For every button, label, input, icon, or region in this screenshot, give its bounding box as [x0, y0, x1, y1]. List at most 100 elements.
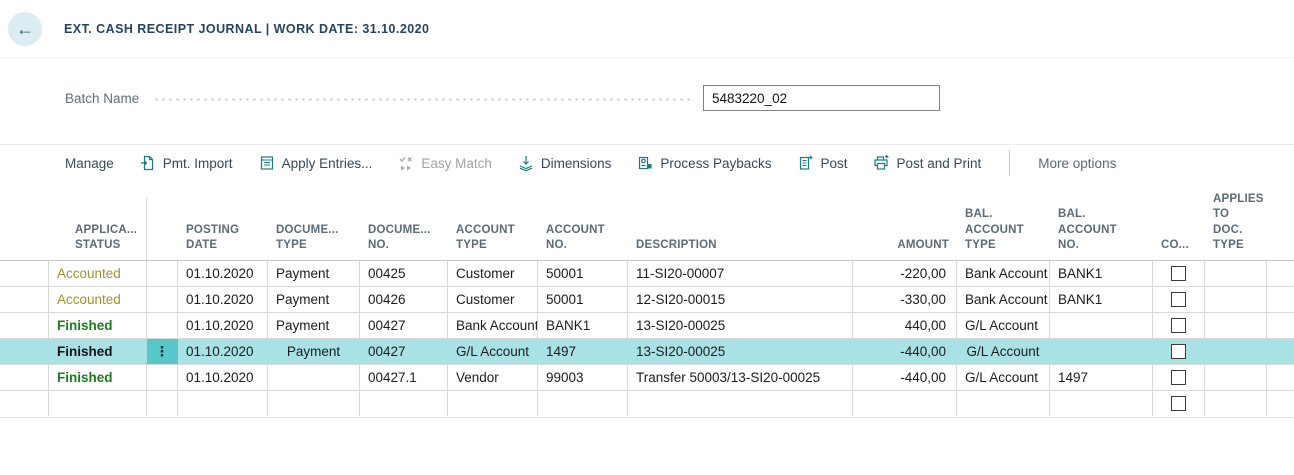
account-no-cell[interactable]: 99003 — [538, 365, 628, 390]
account-no-cell[interactable]: 1497 — [538, 339, 628, 364]
account-type-cell[interactable]: Customer — [448, 287, 538, 312]
description-cell[interactable]: 11-SI20-00007 — [628, 261, 853, 286]
document-type-cell[interactable]: Payment — [268, 261, 360, 286]
amount-cell[interactable]: 440,00 — [853, 313, 957, 338]
row-menu-cell[interactable] — [147, 391, 178, 416]
column-header[interactable]: CO... — [1153, 238, 1205, 260]
bal-account-type-cell[interactable]: G/L Account — [957, 365, 1050, 390]
column-header[interactable]: BAL. ACCOUNT NO. — [1050, 207, 1153, 260]
description-cell[interactable]: 12-SI20-00015 — [628, 287, 853, 312]
batch-name-input[interactable] — [703, 85, 940, 111]
description-cell[interactable]: Transfer 50003/13-SI20-00025 — [628, 365, 853, 390]
applies-to-doc-type-cell[interactable] — [1205, 287, 1267, 312]
amount-cell[interactable]: -440,00 — [853, 365, 957, 390]
bal-account-no-cell[interactable] — [1050, 391, 1153, 416]
table-row[interactable]: Finished ⋮ 01.10.2020 Payment 00427 G/L … — [0, 339, 1294, 365]
document-type-cell[interactable] — [268, 391, 360, 416]
pmt-import-button[interactable]: Pmt. Import — [140, 155, 233, 171]
document-no-cell[interactable]: 00427 — [360, 313, 448, 338]
document-no-cell[interactable]: 00427.1 — [360, 365, 448, 390]
posting-date-cell[interactable]: 01.10.2020 — [178, 365, 268, 390]
applies-to-doc-type-cell[interactable] — [1205, 261, 1267, 286]
column-header[interactable]: DOCUME... NO. — [360, 223, 448, 260]
post-and-print-button[interactable]: Post and Print — [873, 155, 981, 171]
document-no-cell[interactable]: 00427 — [360, 339, 448, 364]
confirmed-checkbox[interactable] — [1171, 370, 1186, 385]
row-menu-cell[interactable] — [147, 287, 178, 312]
document-type-cell[interactable]: Payment — [268, 287, 360, 312]
amount-cell[interactable]: -440,00 — [853, 339, 957, 364]
bal-account-type-cell[interactable]: G/L Account — [957, 339, 1050, 364]
process-paybacks-button[interactable]: Process Paybacks — [637, 155, 771, 171]
back-button[interactable]: ← — [8, 12, 42, 46]
column-header[interactable]: APPLIES TO DOC. TYPE — [1205, 192, 1267, 260]
bal-account-no-cell[interactable]: BANK1 — [1050, 261, 1153, 286]
column-header[interactable]: AMOUNT — [853, 238, 957, 260]
account-type-cell[interactable]: Vendor — [448, 365, 538, 390]
confirmed-checkbox[interactable] — [1171, 292, 1186, 307]
posting-date-cell[interactable] — [178, 391, 268, 416]
confirmed-checkbox[interactable] — [1171, 344, 1186, 359]
amount-cell[interactable]: -330,00 — [853, 287, 957, 312]
document-no-cell[interactable]: 00425 — [360, 261, 448, 286]
description-cell[interactable] — [628, 391, 853, 416]
row-menu-cell[interactable] — [147, 261, 178, 286]
account-type-cell[interactable]: G/L Account — [448, 339, 538, 364]
easy-match-button[interactable]: Easy Match — [398, 155, 492, 171]
column-header[interactable]: ACCOUNT TYPE — [448, 223, 538, 260]
description-cell[interactable]: 13-SI20-00025 — [628, 339, 853, 364]
account-no-cell[interactable]: 50001 — [538, 287, 628, 312]
bal-account-type-cell[interactable]: Bank Account — [957, 261, 1050, 286]
bal-account-no-cell[interactable] — [1050, 339, 1153, 364]
bal-account-no-cell[interactable]: BANK1 — [1050, 287, 1153, 312]
applies-to-doc-type-cell[interactable] — [1205, 313, 1267, 338]
column-header[interactable] — [0, 254, 49, 260]
document-type-cell[interactable]: Payment — [268, 313, 360, 338]
manage-button[interactable]: Manage — [65, 156, 114, 171]
amount-cell[interactable] — [853, 391, 957, 416]
posting-date-cell[interactable]: 01.10.2020 — [178, 313, 268, 338]
bal-account-type-cell[interactable] — [957, 391, 1050, 416]
applies-to-doc-type-cell[interactable] — [1205, 365, 1267, 390]
table-row[interactable]: Accounted 01.10.2020 Payment 00426 Custo… — [0, 287, 1294, 313]
description-cell[interactable]: 13-SI20-00025 — [628, 313, 853, 338]
document-no-cell[interactable] — [360, 391, 448, 416]
table-row[interactable]: Finished 01.10.2020 Payment 00427 Bank A… — [0, 313, 1294, 339]
apply-entries-button[interactable]: Apply Entries... — [259, 155, 373, 171]
column-header[interactable] — [147, 254, 178, 260]
document-type-cell[interactable]: Payment — [268, 339, 360, 364]
posting-date-cell[interactable]: 01.10.2020 — [178, 339, 268, 364]
bal-account-no-cell[interactable] — [1050, 313, 1153, 338]
confirmed-checkbox[interactable] — [1171, 266, 1186, 281]
bal-account-type-cell[interactable]: Bank Account — [957, 287, 1050, 312]
more-options-button[interactable]: More options — [1038, 156, 1116, 171]
amount-cell[interactable]: -220,00 — [853, 261, 957, 286]
posting-date-cell[interactable]: 01.10.2020 — [178, 261, 268, 286]
account-no-cell[interactable]: BANK1 — [538, 313, 628, 338]
document-type-cell[interactable] — [268, 365, 360, 390]
posting-date-cell[interactable]: 01.10.2020 — [178, 287, 268, 312]
column-header[interactable]: BAL. ACCOUNT TYPE — [957, 207, 1050, 260]
row-menu-cell[interactable] — [147, 365, 178, 390]
table-row[interactable] — [0, 391, 1294, 417]
bal-account-type-cell[interactable]: G/L Account — [957, 313, 1050, 338]
account-type-cell[interactable]: Customer — [448, 261, 538, 286]
confirmed-checkbox[interactable] — [1171, 396, 1186, 411]
account-no-cell[interactable]: 50001 — [538, 261, 628, 286]
column-header[interactable]: DESCRIPTION — [628, 238, 853, 260]
account-type-cell[interactable]: Bank Account — [448, 313, 538, 338]
document-no-cell[interactable]: 00426 — [360, 287, 448, 312]
column-header[interactable]: POSTING DATE — [178, 223, 268, 260]
row-menu-cell[interactable] — [147, 313, 178, 338]
post-button[interactable]: Post — [797, 155, 847, 171]
applies-to-doc-type-cell[interactable] — [1205, 391, 1267, 416]
column-header[interactable]: DOCUME... TYPE — [268, 223, 360, 260]
dimensions-button[interactable]: Dimensions — [518, 155, 612, 171]
table-row[interactable]: Finished 01.10.2020 00427.1 Vendor 99003… — [0, 365, 1294, 391]
column-header[interactable]: ACCOUNT NO. — [538, 223, 628, 260]
bal-account-no-cell[interactable]: 1497 — [1050, 365, 1153, 390]
account-type-cell[interactable] — [448, 391, 538, 416]
applies-to-doc-type-cell[interactable] — [1205, 339, 1267, 364]
column-header[interactable]: APPLICA... STATUS — [49, 223, 147, 260]
row-menu-cell[interactable]: ⋮ — [147, 339, 178, 364]
